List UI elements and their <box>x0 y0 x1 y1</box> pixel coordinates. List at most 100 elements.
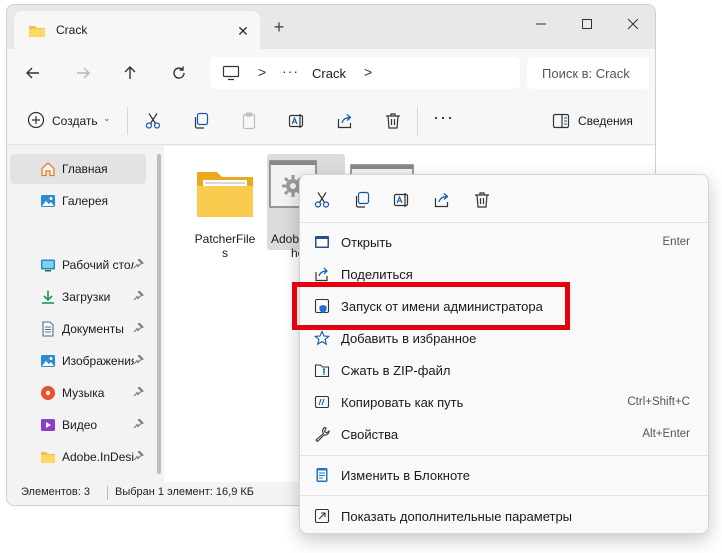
more-options-button[interactable]: ··· <box>433 107 454 128</box>
create-label: Создать <box>52 114 98 128</box>
menu-item-shortcut: Enter <box>662 236 691 248</box>
pictures-icon <box>41 355 55 367</box>
tab-title: Crack <box>56 23 88 37</box>
share-icon <box>337 114 352 129</box>
forward-button[interactable] <box>70 60 96 86</box>
paste-button[interactable] <box>237 109 261 133</box>
wrench-icon <box>315 426 330 442</box>
breadcrumb-overflow[interactable]: ··· <box>282 63 299 79</box>
sidebar-item-desktop[interactable]: Рабочий стол <box>10 250 146 280</box>
zip-icon <box>314 364 330 378</box>
context-menu-quick-actions <box>300 175 708 223</box>
folder-icon <box>197 172 253 217</box>
menu-item-label: Добавить в избранное <box>341 331 477 346</box>
sidebar-item-videos[interactable]: Видео <box>10 410 146 440</box>
trash-icon <box>475 192 489 208</box>
search-placeholder: Поиск в: Crack <box>542 66 630 81</box>
arrow-left-icon <box>26 67 39 79</box>
breadcrumb-separator[interactable]: > <box>258 64 266 80</box>
menu-item-label: Изменить в Блокноте <box>341 468 470 483</box>
tab-close-button[interactable]: ✕ <box>232 20 254 42</box>
copy-button[interactable] <box>189 109 213 133</box>
sidebar-item-label: Главная <box>62 162 108 176</box>
pin-icon <box>133 386 144 397</box>
arrow-up-icon <box>124 66 136 79</box>
arrow-right-icon <box>77 67 90 79</box>
desktop-icon <box>41 259 55 272</box>
pin-icon <box>133 258 144 269</box>
sidebar-item-gallery[interactable]: Галерея <box>10 186 146 216</box>
file-item-patcherfiles[interactable]: PatcherFile s <box>186 154 264 260</box>
sidebar-item-label: Видео <box>62 418 98 432</box>
file-name: PatcherFile s <box>194 232 256 260</box>
title-bar: Crack ✕ + <box>7 5 655 49</box>
rename-icon <box>288 114 304 128</box>
maximize-button[interactable] <box>567 11 607 37</box>
clipboard-icon <box>242 112 256 130</box>
status-divider <box>107 486 108 500</box>
breadcrumb-crack[interactable]: Crack <box>312 66 346 81</box>
gallery-icon <box>41 195 55 207</box>
menu-item-label: Копировать как путь <box>341 395 464 410</box>
refresh-icon <box>173 66 185 79</box>
context-rename-button[interactable] <box>390 188 414 212</box>
context-cut-button[interactable] <box>310 188 334 212</box>
menu-item-shortcut: Ctrl+Shift+C <box>627 396 690 408</box>
copy-icon <box>194 112 209 129</box>
sidebar-item-label: Загрузки <box>62 290 111 304</box>
minimize-button[interactable] <box>521 11 561 37</box>
sidebar-item-label: Изображения <box>62 354 134 368</box>
search-box[interactable]: Поиск в: Crack <box>527 57 649 89</box>
context-share-button[interactable] <box>430 188 454 212</box>
menu-item-properties[interactable]: Свойства Alt+Enter <box>304 419 704 449</box>
menu-item-shortcut: Alt+Enter <box>642 428 690 440</box>
cut-button[interactable] <box>141 109 165 133</box>
up-button[interactable] <box>117 60 143 86</box>
toolbar-divider <box>127 107 128 135</box>
menu-item-label: Свойства <box>341 427 399 442</box>
sidebar-item-label: Галерея <box>62 194 109 208</box>
sidebar-item-adobe-indesign[interactable]: Adobe.InDesign <box>10 442 146 472</box>
tab-crack[interactable]: Crack ✕ <box>14 11 260 49</box>
delete-button[interactable] <box>381 109 405 133</box>
trash-icon <box>386 113 400 129</box>
sidebar-item-downloads[interactable]: Загрузки <box>10 282 146 312</box>
menu-item-show-more-options[interactable]: Показать дополнительные параметры <box>304 501 704 531</box>
sidebar-item-music[interactable]: Музыка <box>10 378 146 408</box>
copy-icon <box>355 191 370 208</box>
context-copy-button[interactable] <box>350 188 374 212</box>
menu-item-edit-in-notepad[interactable]: Изменить в Блокноте <box>304 460 704 490</box>
context-delete-button[interactable] <box>470 188 494 212</box>
breadcrumb-separator[interactable]: > <box>364 64 372 80</box>
home-icon <box>41 162 55 177</box>
sidebar-item-documents[interactable]: Документы <box>10 314 146 344</box>
notepad-icon <box>316 468 328 482</box>
navigation-bar: > ··· Crack > Поиск в: Crack <box>7 49 655 95</box>
address-bar[interactable]: > ··· Crack > <box>210 57 520 89</box>
new-tab-button[interactable]: + <box>269 17 289 37</box>
share-button[interactable] <box>333 109 357 133</box>
sidebar-item-label: Документы <box>62 322 124 336</box>
plus-circle-icon <box>27 111 45 129</box>
menu-item-compress-zip[interactable]: Сжать в ZIP-файл <box>304 355 704 385</box>
rename-icon <box>393 193 409 207</box>
close-icon <box>627 18 639 30</box>
sidebar-item-home[interactable]: Главная <box>10 154 146 184</box>
rename-button[interactable] <box>285 109 309 133</box>
menu-item-label: Сжать в ZIP-файл <box>341 363 451 378</box>
open-icon <box>315 236 329 248</box>
menu-item-copy-as-path[interactable]: Копировать как путь Ctrl+Shift+C <box>304 387 704 417</box>
details-pane-icon <box>552 113 570 129</box>
menu-item-label: Поделиться <box>341 267 413 282</box>
refresh-button[interactable] <box>166 60 192 86</box>
folder-icon <box>41 452 55 463</box>
sidebar-scrollbar[interactable] <box>157 154 161 474</box>
back-button[interactable] <box>20 60 46 86</box>
toolbar-divider <box>417 107 418 135</box>
menu-item-open[interactable]: Открыть Enter <box>304 227 704 257</box>
sidebar-item-pictures[interactable]: Изображения <box>10 346 146 376</box>
chevron-down-icon: ⌄ <box>103 113 111 123</box>
close-window-button[interactable] <box>613 11 653 37</box>
selection-info: Выбран 1 элемент: 16,9 КБ <box>115 486 254 498</box>
command-bar: Создать ⌄ ··· Сведения <box>7 95 655 145</box>
